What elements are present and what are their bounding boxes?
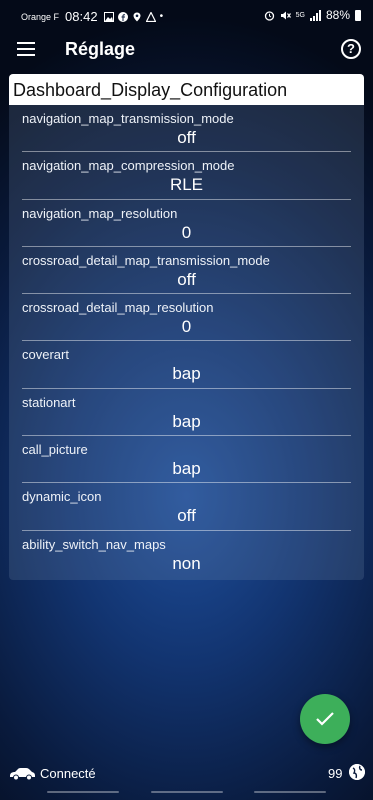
battery-percent: 88% xyxy=(325,8,350,22)
app-logo-icon xyxy=(145,11,156,22)
alarm-icon xyxy=(264,10,274,21)
setting-row[interactable]: coverart bap xyxy=(22,341,351,389)
car-icon xyxy=(10,768,35,781)
clock: 08:42 xyxy=(65,9,98,24)
setting-label: ability_switch_nav_maps xyxy=(22,536,166,552)
map-pin-icon xyxy=(133,12,141,21)
setting-value[interactable]: bap xyxy=(22,459,351,479)
signal-icon xyxy=(309,9,321,21)
setting-value[interactable]: off xyxy=(22,506,351,526)
setting-row[interactable]: stationart bap xyxy=(22,389,351,437)
more-dot: • xyxy=(159,11,164,22)
setting-label: crossroad_detail_map_resolution xyxy=(22,300,214,316)
setting-row[interactable]: navigation_map_transmission_mode off xyxy=(22,105,351,153)
setting-value[interactable]: 0 xyxy=(22,317,351,337)
setting-row[interactable]: call_picture bap xyxy=(22,436,351,484)
setting-label: call_picture xyxy=(22,442,88,458)
check-icon xyxy=(316,712,334,726)
nav-handle-home[interactable] xyxy=(151,791,223,793)
setting-row[interactable]: crossroad_detail_map_resolution 0 xyxy=(22,294,351,342)
setting-row[interactable]: navigation_map_compression_mode RLE xyxy=(22,152,351,200)
menu-icon[interactable] xyxy=(17,42,35,56)
setting-row[interactable]: dynamic_icon off xyxy=(22,483,351,531)
mute-icon xyxy=(280,11,291,19)
setting-label: navigation_map_resolution xyxy=(22,205,178,221)
setting-label: coverart xyxy=(22,347,69,363)
setting-label: navigation_map_transmission_mode xyxy=(22,111,234,126)
setting-label: crossroad_detail_map_transmission_mode xyxy=(22,252,270,268)
setting-value[interactable]: 0 xyxy=(22,223,351,243)
setting-label: dynamic_icon xyxy=(22,489,102,505)
setting-label: navigation_map_compression_mode xyxy=(22,158,235,174)
battery-icon xyxy=(355,9,361,21)
setting-row[interactable]: crossroad_detail_map_transmission_mode o… xyxy=(22,247,351,295)
gallery-icon xyxy=(103,11,114,22)
status-bar: Orange F 08:42 • 5G 88% xyxy=(0,0,373,30)
setting-value[interactable]: RLE xyxy=(22,175,351,195)
setting-value[interactable]: off xyxy=(22,270,351,290)
facebook-icon xyxy=(117,11,128,22)
bottom-bar: Connecté 99 xyxy=(0,760,373,788)
connection-status: Connecté xyxy=(40,766,96,781)
setting-value[interactable]: bap xyxy=(22,412,351,432)
nav-handle-recents[interactable] xyxy=(254,791,326,793)
setting-value[interactable]: non xyxy=(22,554,351,574)
save-button[interactable] xyxy=(300,694,350,744)
page-title: Réglage xyxy=(65,39,136,59)
setting-row[interactable]: navigation_map_resolution 0 xyxy=(22,200,351,247)
setting-label: stationart xyxy=(22,394,76,410)
settings-panel: Dashboard_Display_Configuration navigati… xyxy=(9,74,364,580)
carrier-label: Orange F xyxy=(21,11,60,22)
setting-row[interactable]: ability_switch_nav_maps non xyxy=(22,531,351,578)
setting-value[interactable]: off xyxy=(22,128,351,148)
panel-title: Dashboard_Display_Configuration xyxy=(9,74,364,105)
setting-value[interactable]: bap xyxy=(22,364,351,384)
nav-handle-back[interactable] xyxy=(47,791,119,793)
network-type: 5G xyxy=(295,11,305,19)
app-bar: Réglage ? xyxy=(0,32,373,68)
system-nav-bar xyxy=(0,791,373,795)
help-icon[interactable]: ? xyxy=(341,39,361,59)
count-label: 99 xyxy=(328,766,343,781)
globe-icon[interactable] xyxy=(349,764,365,780)
